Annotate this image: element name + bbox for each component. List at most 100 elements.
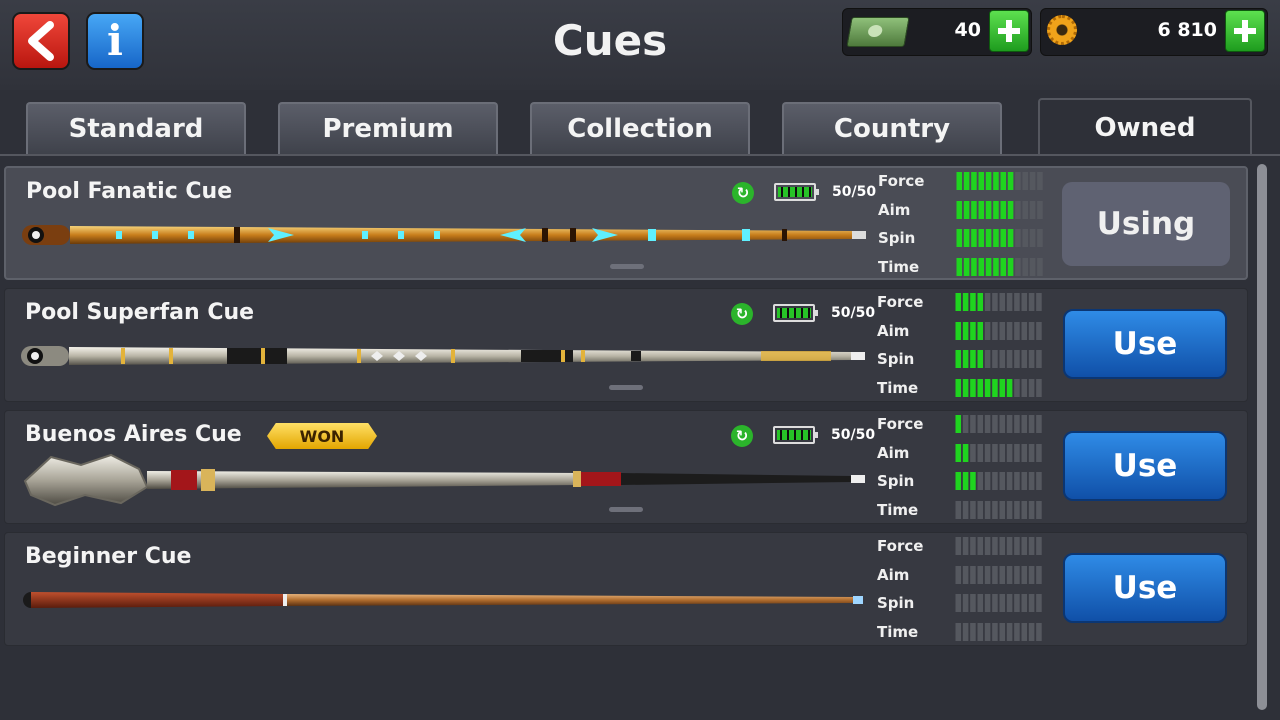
stat-segment-filled [956, 258, 963, 276]
cue-row-beginner[interactable]: Beginner Cue Force Aim Spin Time Use [4, 532, 1248, 646]
stat-segment-filled [970, 379, 976, 397]
stat-segment-empty [984, 472, 991, 490]
stat-segment-empty [1028, 594, 1035, 612]
won-badge: WON [267, 423, 377, 449]
stat-segment-empty [992, 293, 998, 311]
stat-segment-empty [970, 566, 976, 584]
stat-segment-empty [977, 472, 984, 490]
stat-segment-filled [955, 444, 962, 462]
stat-segment-empty [1036, 566, 1042, 584]
cue-image [23, 592, 863, 608]
stat-segment-empty [992, 444, 998, 462]
stat-segment-empty [1029, 172, 1036, 190]
stat-label-force: Force [877, 537, 924, 555]
stat-segment-filled [955, 293, 962, 311]
stat-segment-filled [956, 172, 963, 190]
stat-segment-filled [978, 229, 985, 247]
cash-icon [846, 17, 910, 47]
stat-segment-empty [970, 444, 976, 462]
stat-segment-empty [1036, 594, 1042, 612]
stat-segment-empty [1021, 566, 1028, 584]
stat-segment-filled [962, 322, 969, 340]
stat-segment-filled [985, 201, 992, 219]
stat-segment-empty [1014, 415, 1020, 433]
stat-segment-empty [1029, 258, 1036, 276]
stat-segment-empty [1006, 350, 1013, 368]
stat-segment-filled [956, 201, 963, 219]
stat-segment-empty [992, 501, 998, 519]
coin-gear-icon [1047, 15, 1077, 45]
tab-bar: Standard Premium Collection Country Owne… [0, 98, 1280, 156]
stat-segment-empty [1036, 537, 1042, 555]
tab-standard[interactable]: Standard [26, 102, 246, 154]
stat-segment-empty [955, 594, 962, 612]
use-button[interactable]: Use [1063, 553, 1227, 623]
battery-value: 50/50 [831, 427, 876, 443]
stat-segment-empty [1021, 293, 1028, 311]
refresh-icon[interactable]: ↻ [731, 303, 753, 325]
stat-segment-filled [977, 322, 984, 340]
stat-segment-empty [970, 415, 976, 433]
stat-segment-filled [977, 379, 984, 397]
stat-segment-empty [1015, 172, 1021, 190]
using-button[interactable]: Using [1062, 182, 1230, 266]
stat-segment-empty [1006, 472, 1013, 490]
stat-bar-force [955, 537, 1042, 555]
info-button[interactable]: i [86, 12, 144, 70]
refresh-icon[interactable]: ↻ [731, 425, 753, 447]
back-arrow-icon [28, 21, 54, 61]
stat-segment-empty [999, 623, 1006, 641]
stat-segment-empty [1028, 623, 1035, 641]
stat-segment-filled [956, 229, 963, 247]
stat-segment-filled [970, 322, 976, 340]
stat-segment-empty [1021, 623, 1028, 641]
stat-segment-empty [1028, 566, 1035, 584]
use-button[interactable]: Use [1063, 431, 1227, 501]
stat-segment-empty [984, 350, 991, 368]
stat-label-time: Time [877, 379, 919, 397]
back-button[interactable] [12, 12, 70, 70]
add-coins-button[interactable] [1225, 10, 1265, 52]
stat-segment-filled [955, 350, 962, 368]
stat-segment-filled [971, 258, 977, 276]
tab-collection[interactable]: Collection [530, 102, 750, 154]
add-cash-button[interactable] [989, 10, 1029, 52]
stat-bar-force [955, 415, 1042, 433]
stat-bar-time [955, 623, 1042, 641]
stat-segment-filled [1007, 201, 1014, 219]
stat-segment-empty [992, 472, 998, 490]
stat-segment-empty [1006, 566, 1013, 584]
stat-segment-empty [999, 415, 1006, 433]
stat-segment-empty [955, 537, 962, 555]
cue-row-pool-fanatic[interactable]: Pool Fanatic Cue ↻ 50/50 Force Aim Spin … [4, 166, 1248, 280]
stat-segment-empty [1036, 322, 1042, 340]
stat-segment-empty [977, 415, 984, 433]
tab-premium[interactable]: Premium [278, 102, 498, 154]
stat-segment-empty [1036, 501, 1042, 519]
stat-segment-empty [984, 566, 991, 584]
stat-segment-empty [984, 322, 991, 340]
cue-row-buenos-aires[interactable]: Buenos Aires Cue WON ↻ 50/50 Force Aim S… [4, 410, 1248, 524]
stat-segment-empty [962, 501, 969, 519]
stat-segment-empty [1028, 293, 1035, 311]
cue-name: Beginner Cue [25, 544, 192, 569]
cue-row-pool-superfan[interactable]: Pool Superfan Cue ↻ 50/50 Force Aim Spin… [4, 288, 1248, 402]
stat-segment-filled [970, 472, 976, 490]
scrollbar[interactable] [1257, 164, 1267, 710]
use-button[interactable]: Use [1063, 309, 1227, 379]
stat-segment-filled [962, 472, 969, 490]
stat-segment-empty [977, 501, 984, 519]
battery-icon [773, 426, 818, 444]
tab-country[interactable]: Country [782, 102, 1002, 154]
page-indicator [610, 264, 644, 269]
stat-segment-empty [984, 623, 991, 641]
stat-segment-empty [1015, 201, 1021, 219]
stat-segment-filled [962, 293, 969, 311]
tab-owned[interactable]: Owned [1038, 98, 1252, 156]
refresh-icon[interactable]: ↻ [732, 182, 754, 204]
stat-bar-aim [955, 322, 1042, 340]
cash-counter: 40 [842, 8, 1032, 56]
stat-segment-empty [984, 594, 991, 612]
stat-segment-empty [999, 350, 1006, 368]
stat-label-time: Time [877, 501, 919, 519]
